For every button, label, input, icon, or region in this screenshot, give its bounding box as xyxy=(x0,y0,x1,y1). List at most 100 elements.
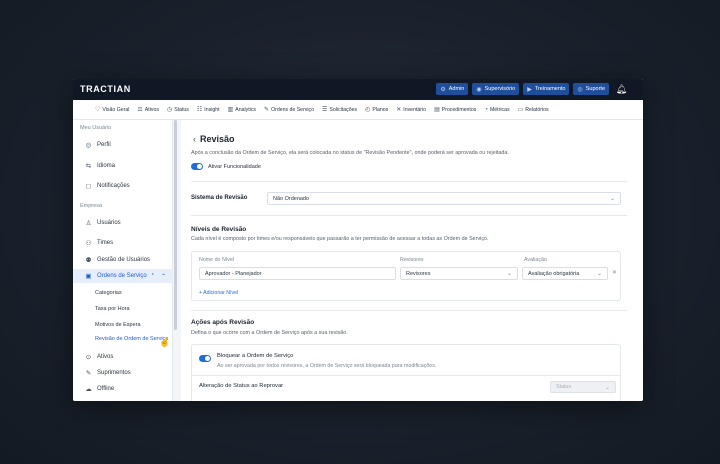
language-icon: ⇆ xyxy=(85,163,92,170)
offline-icon: ☁ xyxy=(85,386,92,393)
divider xyxy=(191,215,627,216)
review-settings-panel: ‹ Revisão Após a conclusão da Ordem de S… xyxy=(181,120,643,401)
assets-icon: ⊙ xyxy=(85,354,92,361)
column-header-level-name: Nome do Nível xyxy=(199,257,235,263)
divider xyxy=(191,181,627,182)
sidebar-subitem-hourly-rate[interactable]: Taxa por Hora xyxy=(95,303,130,315)
sidebar-subitem-categories[interactable]: Categorias xyxy=(95,287,122,299)
admin-button[interactable]: ⚙ Admin xyxy=(436,83,469,95)
metrics-icon: ◔ xyxy=(484,106,488,113)
evaluation-select[interactable]: Avaliação obrigatória ⌄ xyxy=(522,267,608,280)
requests-icon: ☰ xyxy=(322,107,328,113)
page-title: ‹ Revisão xyxy=(193,134,235,144)
menu-item-status[interactable]: ◷ Status xyxy=(166,106,189,114)
actions-box: Bloquear a Ordem de Serviço Ao ser aprov… xyxy=(191,344,621,401)
menu-item-overview[interactable]: ♡ Visão Geral xyxy=(95,106,129,114)
menu-item-plans[interactable]: ◴ Planos xyxy=(365,106,388,114)
plans-icon: ◴ xyxy=(365,107,371,113)
menu-item-procedures[interactable]: ▤ Procedimentos xyxy=(434,106,476,114)
section-company: Empresa xyxy=(80,203,103,209)
status-select[interactable]: Status ⌄ xyxy=(550,381,616,393)
actions-description: Defina o que ocorre com a Ordem de Servi… xyxy=(191,330,348,336)
settings-sidebar: Meu Usuário ◎ Perfil ⇆ Idioma ◻ Notificaçõe… xyxy=(73,120,173,401)
analytics-icon: ▥ xyxy=(227,107,234,113)
user-management-icon: ⚉ xyxy=(85,257,92,264)
reports-icon: ▭ xyxy=(517,107,524,113)
menu-item-reports[interactable]: ▭ Relatórios xyxy=(517,106,549,114)
menu-item-assets[interactable]: ⚖ Ativos xyxy=(137,106,159,114)
column-header-reviewers: Revisores xyxy=(400,257,424,263)
sidebar-subitem-wait-reasons[interactable]: Motivos de Espera xyxy=(95,319,141,331)
sidebar-item-language[interactable]: ⇆ Idioma xyxy=(73,159,173,173)
block-order-title: Bloquear a Ordem de Serviço xyxy=(217,353,294,359)
admin-icon: ⚙ xyxy=(440,86,446,93)
hand-cursor-icon: ☝ xyxy=(159,337,171,347)
levels-table: Nome do Nível Revisores Avaliação Aprova… xyxy=(191,251,621,301)
levels-title: Níveis de Revisão xyxy=(191,226,247,233)
bell-icon[interactable]: 🔔︎ xyxy=(616,83,627,95)
menu-item-inventory[interactable]: ✕ Inventário xyxy=(396,106,426,114)
review-system-select[interactable]: Não Ordenado ⌄ xyxy=(267,192,621,205)
section-my-user: Meu Usuário xyxy=(80,125,112,131)
menu-item-analytics[interactable]: ▥ Analytics xyxy=(227,106,256,114)
sidebar-item-work-orders[interactable]: ▣ Ordens de Serviço * ⌃ xyxy=(73,269,173,283)
back-chevron-icon[interactable]: ‹ xyxy=(193,134,196,144)
sidebar-item-user-management[interactable]: ⚉ Gestão de Usuários xyxy=(73,253,173,267)
sidebar-subitem-review[interactable]: Revisão de Ordem de Serviço xyxy=(95,333,168,345)
status-change-label: Alteração de Status ao Reprovar xyxy=(199,383,284,389)
work-order-icon: ▣ xyxy=(85,273,92,280)
menu-item-metrics[interactable]: ◔ Métricas xyxy=(484,107,509,113)
profile-icon: ◎ xyxy=(85,142,92,149)
support-button[interactable]: ◎ Suporte xyxy=(573,83,609,95)
level-name-input[interactable]: Aprovador - Planejador xyxy=(199,267,396,280)
training-icon: ▶ xyxy=(527,86,532,93)
add-level-button[interactable]: + Adicionar Nível xyxy=(199,290,238,296)
insight-icon: ☷ xyxy=(196,107,203,113)
teams-icon: ⚇ xyxy=(85,240,92,247)
supervisor-button[interactable]: ◉ Supervisório xyxy=(472,83,520,95)
notifications-icon: ◻ xyxy=(85,183,92,190)
actions-title: Ações após Revisão xyxy=(191,319,255,326)
remove-level-icon[interactable]: ✕ xyxy=(612,269,617,276)
users-icon: ♙ xyxy=(85,220,92,227)
page-description: Após a conclusão da Ordem de Serviço, el… xyxy=(191,150,509,156)
sidebar-scrollbar[interactable] xyxy=(174,120,177,330)
reviewers-select[interactable]: Revisores ⌄ xyxy=(400,267,518,280)
app-window: TRACTIAN ⚙ Admin ◉ Supervisório ▶ Treinamen… xyxy=(73,79,643,401)
block-order-description: Ao ser aprovada por todos revisores, a O… xyxy=(217,363,437,369)
activate-toggle[interactable] xyxy=(191,163,203,170)
column-header-evaluation: Avaliação xyxy=(524,257,547,263)
menu-item-work-orders[interactable]: ✎ Ordens de Serviço xyxy=(264,106,314,114)
block-order-toggle[interactable] xyxy=(199,355,211,362)
brand-logo[interactable]: TRACTIAN xyxy=(80,84,131,94)
divider xyxy=(192,375,620,376)
chevron-up-icon: ⌃ xyxy=(160,273,166,280)
activate-label: Ativar Funcionalidade xyxy=(208,164,261,170)
review-system-label: Sistema de Revisão xyxy=(191,195,248,201)
sidebar-item-notifications[interactable]: ◻ Notificações xyxy=(73,179,173,193)
main-menu: ♡ Visão Geral ⚖ Ativos ◷ Status ☷ Insight ▥ A… xyxy=(73,100,643,120)
sidebar-item-profile[interactable]: ◎ Perfil xyxy=(73,138,173,152)
levels-description: Cada nível é composto por times e/ou res… xyxy=(191,236,489,242)
sidebar-item-supplies[interactable]: ✎ Suprimentos xyxy=(73,366,173,380)
supplies-icon: ✎ xyxy=(85,370,92,377)
top-buttons: ⚙ Admin ◉ Supervisório ▶ Treinamento ◎ Supor… xyxy=(436,83,609,95)
work-order-icon: ✎ xyxy=(264,107,270,113)
assets-icon: ⚖ xyxy=(137,107,143,113)
sidebar-item-assets[interactable]: ⊙ Ativos xyxy=(73,350,173,364)
support-icon: ◎ xyxy=(577,86,583,93)
top-bar: TRACTIAN ⚙ Admin ◉ Supervisório ▶ Treinamen… xyxy=(73,79,643,100)
chevron-down-icon: ⌄ xyxy=(604,384,610,391)
menu-item-requests[interactable]: ☰ Solicitações xyxy=(322,106,357,114)
status-icon: ◷ xyxy=(166,107,173,113)
sidebar-item-offline[interactable]: ☁ Offline xyxy=(73,382,173,396)
sidebar-item-users[interactable]: ♙ Usuários xyxy=(73,216,173,230)
sidebar-item-teams[interactable]: ⚇ Times xyxy=(73,236,173,250)
overview-icon: ♡ xyxy=(95,107,101,113)
procedures-icon: ▤ xyxy=(434,107,440,113)
new-badge: * xyxy=(151,273,154,279)
supervisor-icon: ◉ xyxy=(476,86,482,93)
menu-item-insight[interactable]: ☷ Insight xyxy=(196,106,220,114)
chevron-down-icon: ⌄ xyxy=(506,271,512,277)
training-button[interactable]: ▶ Treinamento xyxy=(523,83,570,95)
